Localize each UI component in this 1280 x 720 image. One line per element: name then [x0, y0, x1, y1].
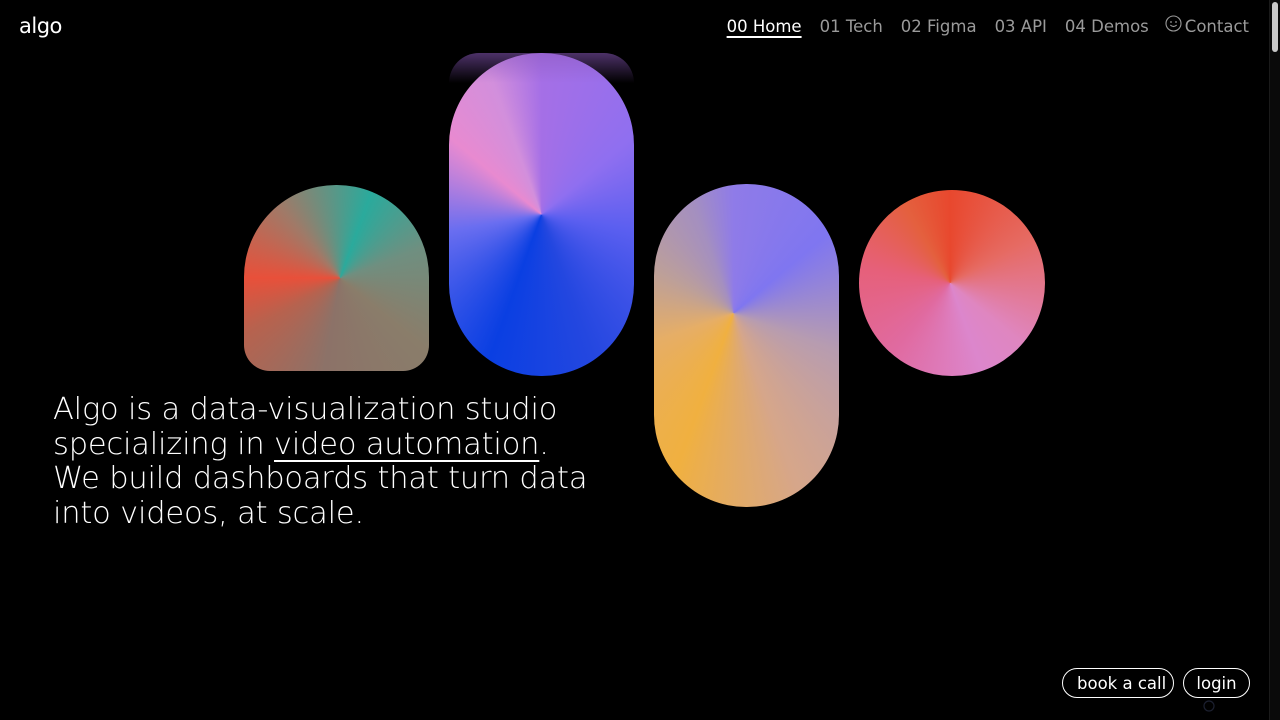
badge-icon: [1203, 700, 1215, 712]
gradient-arch-shape: [244, 185, 429, 371]
logo[interactable]: algo: [19, 14, 62, 38]
hero-line-1: Algo is a data-visualization studio: [53, 392, 558, 427]
hero-line-3: We build dashboards that turn data: [53, 461, 588, 496]
hero-line-2-suffix: .: [539, 426, 549, 462]
book-call-button[interactable]: book a call: [1062, 668, 1174, 698]
page-scrollbar[interactable]: [1269, 0, 1280, 720]
hero-statement: Algo is a data-visualization studio spec…: [53, 392, 588, 531]
nav-item-figma[interactable]: 02 Figma: [901, 17, 977, 36]
contact-label: Contact: [1184, 17, 1249, 36]
video-automation-link[interactable]: video automation: [274, 427, 539, 462]
login-button[interactable]: login: [1183, 668, 1250, 698]
hero-line-2: specializing in video automation.: [53, 426, 573, 463]
gradient-pill-shape: [654, 184, 839, 507]
page: algo 00 Home 01 Tech 02 Figma 03 API 04 …: [0, 0, 1280, 720]
nav-item-tech[interactable]: 01 Tech: [820, 17, 883, 36]
nav-item-home[interactable]: 00 Home: [727, 17, 802, 36]
nav-item-api[interactable]: 03 API: [995, 17, 1047, 36]
logo-text: algo: [19, 14, 62, 38]
nav-item-demos[interactable]: 04 Demos: [1065, 17, 1149, 36]
hero-line-2-prefix: specializing in: [53, 426, 275, 462]
nav-item-contact[interactable]: Contact: [1165, 15, 1249, 36]
corner-badge: [1203, 700, 1215, 712]
gradient-circle-shape: [859, 190, 1045, 376]
gradient-tall-pill-shape: [449, 53, 634, 376]
smiley-icon: [1165, 15, 1182, 32]
hero-line-4: into videos, at scale.: [53, 495, 364, 531]
scrollbar-thumb[interactable]: [1272, 2, 1278, 52]
main-nav: 00 Home 01 Tech 02 Figma 03 API 04 Demos…: [727, 15, 1249, 36]
